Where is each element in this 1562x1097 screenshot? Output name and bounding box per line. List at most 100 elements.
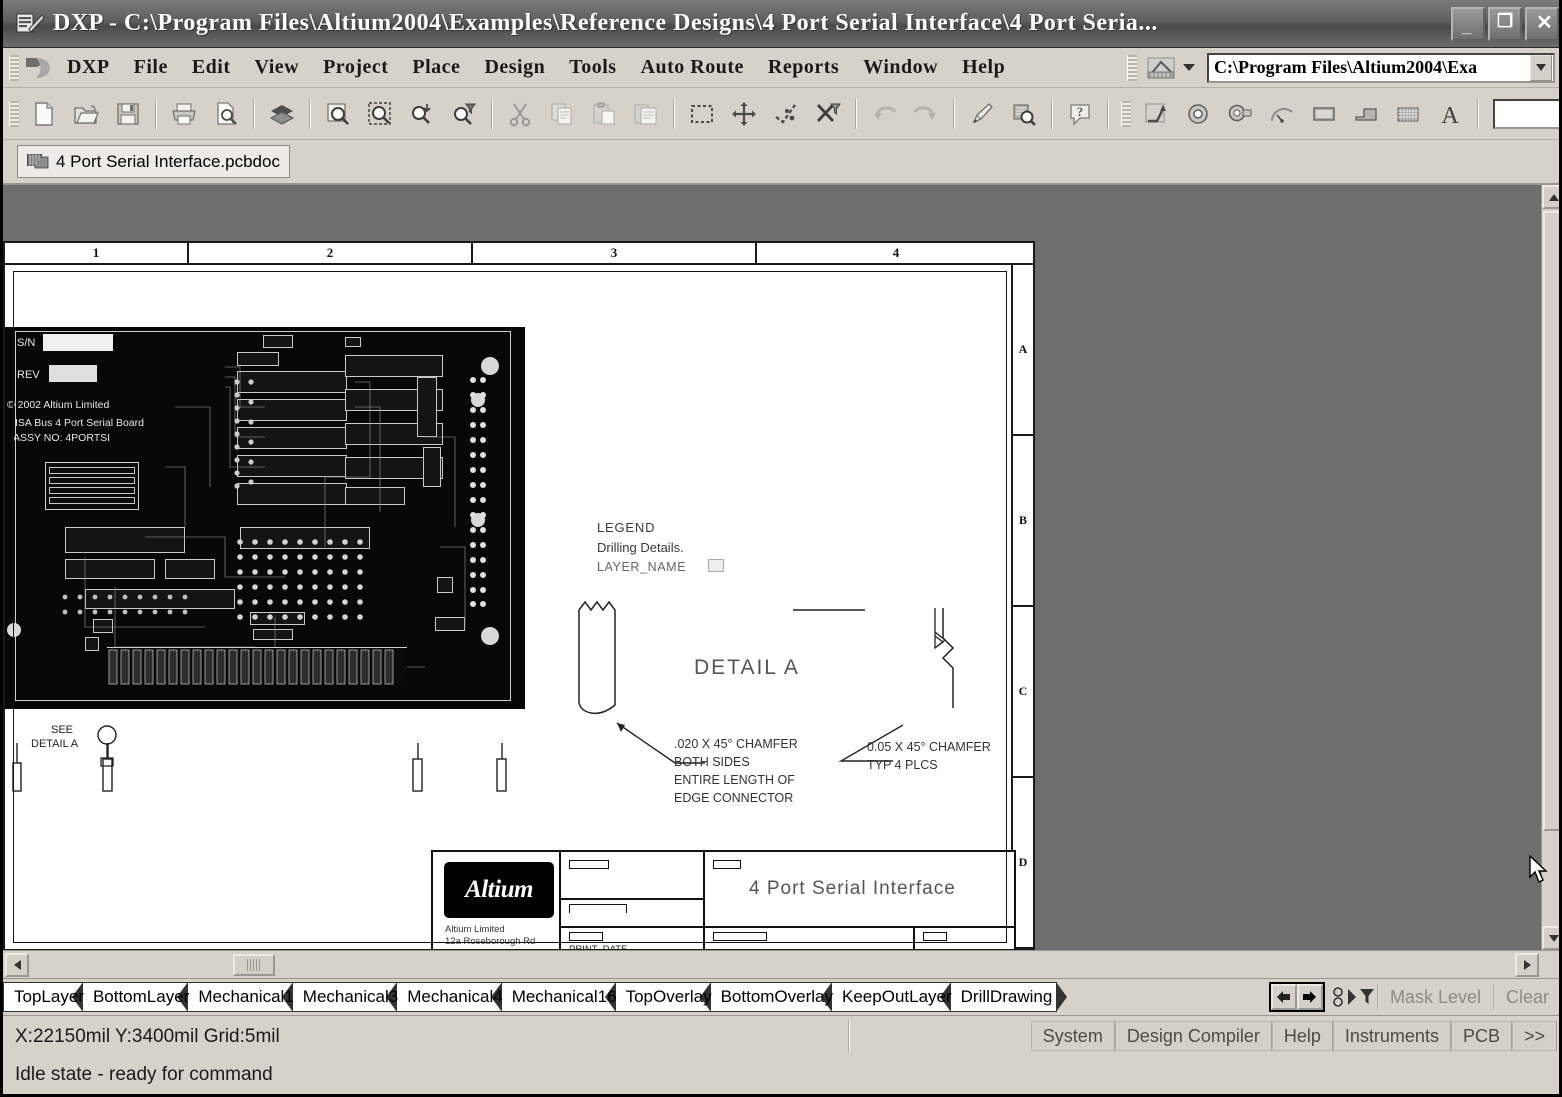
- window-title: DXP - C:\Program Files\Altium2004\Exampl…: [53, 10, 1158, 36]
- layer-tab-drilldrawing[interactable]: DrillDrawing: [939, 982, 1067, 1012]
- zoom-filtered-icon[interactable]: [445, 95, 483, 133]
- zone-marker-1: 1: [5, 243, 189, 263]
- place-track-icon[interactable]: [1137, 95, 1175, 133]
- panel-button-help[interactable]: Help: [1271, 1021, 1333, 1051]
- move-selection-icon[interactable]: [725, 95, 763, 133]
- document-tab-pcbdoc[interactable]: 4 Port Serial Interface.pcbdoc: [17, 145, 290, 178]
- menu-view[interactable]: View: [243, 52, 312, 83]
- scroll-up-button[interactable]: [1542, 185, 1559, 209]
- menu-place-label: Place: [412, 56, 461, 78]
- paste-special-icon[interactable]: [627, 95, 665, 133]
- canvas-horizontal-scrollbar[interactable]: [3, 950, 1559, 978]
- layer-tab-label: DrillDrawing: [960, 987, 1053, 1006]
- mask-level-button[interactable]: Mask Level: [1376, 984, 1493, 1010]
- zoom-selected-icon[interactable]: [403, 95, 441, 133]
- redo-icon[interactable]: [907, 95, 945, 133]
- menu-drag-handle[interactable]: [9, 54, 19, 81]
- panel-button-instruments[interactable]: Instruments: [1332, 1021, 1451, 1051]
- layer-tab-bottomoverlay[interactable]: BottomOverlay: [699, 982, 849, 1012]
- panel-button-more[interactable]: >>: [1511, 1021, 1557, 1051]
- close-button[interactable]: ✕: [1525, 6, 1559, 41]
- new-document-icon[interactable]: [25, 95, 63, 133]
- place-arc-icon[interactable]: [1263, 95, 1301, 133]
- pcb-canvas[interactable]: 1 2 3 4 A B C D S/N REV © 2002 Altium Li…: [3, 185, 1559, 950]
- layer-nav-group: [1268, 982, 1325, 1012]
- place-pad-icon[interactable]: [1221, 95, 1259, 133]
- place-polygon-icon[interactable]: [1347, 95, 1385, 133]
- layer-tab-keepoutlayer[interactable]: KeepOutLayer: [821, 982, 967, 1012]
- panel-button-design-compiler[interactable]: Design Compiler: [1114, 1021, 1272, 1051]
- undo-icon[interactable]: [865, 95, 903, 133]
- paste-icon[interactable]: [585, 95, 623, 133]
- cut-icon[interactable]: [501, 95, 539, 133]
- zoom-area-icon[interactable]: [361, 95, 399, 133]
- clear-filter-icon[interactable]: [809, 95, 847, 133]
- layers-icon[interactable]: [263, 95, 301, 133]
- panel-button-pcb[interactable]: PCB: [1450, 1021, 1512, 1051]
- place-array-icon[interactable]: [1389, 95, 1427, 133]
- pcb-ruler-icon[interactable]: [1141, 54, 1181, 82]
- maximize-button[interactable]: ❐: [1488, 6, 1522, 41]
- toolbar-combo[interactable]: [1493, 98, 1559, 129]
- title-block-logo-cell: Altium Altium Limited 12a Roseborough Rd: [433, 852, 561, 949]
- menu-place[interactable]: Place: [400, 52, 472, 83]
- menu-window[interactable]: Window: [851, 52, 950, 83]
- chevron-down-icon[interactable]: [1183, 64, 1195, 71]
- menu-project-label: Project: [323, 56, 389, 78]
- drawing-title: 4 Port Serial Interface: [749, 878, 956, 899]
- note-left-line-3: ENTIRE LENGTH OF: [674, 773, 795, 787]
- place-toolbar-drag-handle[interactable]: [1121, 100, 1131, 127]
- save-document-icon[interactable]: [109, 95, 147, 133]
- menu-dxp[interactable]: DXP: [55, 52, 122, 83]
- panel-label: System: [1042, 1025, 1103, 1046]
- scroll-right-button[interactable]: [1515, 952, 1539, 977]
- minimize-button[interactable]: _: [1451, 6, 1485, 41]
- canvas-vertical-scrollbar[interactable]: [1541, 185, 1559, 950]
- menu-file[interactable]: File: [122, 52, 180, 83]
- vertical-scroll-thumb[interactable]: [1543, 211, 1559, 831]
- arrow-right-icon[interactable]: [1296, 984, 1323, 1010]
- copy-icon[interactable]: [543, 95, 581, 133]
- toolbar-separator: [953, 98, 955, 129]
- title-block-title-cell: 4 Port Serial Interface: [705, 852, 1014, 949]
- print-preview-icon[interactable]: [207, 95, 245, 133]
- place-string-icon[interactable]: A: [1431, 95, 1469, 133]
- place-via-icon[interactable]: [1179, 95, 1217, 133]
- menu-tools[interactable]: Tools: [557, 52, 628, 83]
- menu-help[interactable]: Help: [950, 52, 1017, 83]
- project-path-dropdown-button[interactable]: [1530, 54, 1552, 81]
- menu-reports[interactable]: Reports: [756, 52, 851, 83]
- toolbar-drag-handle-right[interactable]: [1127, 54, 1137, 81]
- zone-marker-2: 2: [189, 243, 473, 263]
- menu-bar: DXP File Edit View Project Place Design …: [3, 48, 1559, 88]
- toolbar-drag-handle[interactable]: [9, 100, 19, 127]
- open-document-icon[interactable]: [67, 95, 105, 133]
- place-fill-icon[interactable]: [1305, 95, 1343, 133]
- horizontal-scroll-thumb[interactable]: [233, 953, 275, 976]
- scroll-left-button[interactable]: [5, 952, 29, 977]
- scroll-down-button[interactable]: [1542, 926, 1559, 950]
- project-path-combo[interactable]: C:\Program Files\Altium2004\Exa: [1207, 52, 1555, 83]
- panel-label: >>: [1523, 1025, 1545, 1046]
- clear-button[interactable]: Clear: [1492, 984, 1559, 1010]
- legend-subtitle: Drilling Details.: [597, 540, 684, 555]
- arrow-left-icon[interactable]: [1270, 984, 1297, 1010]
- zone-marker-4: 4: [757, 243, 1033, 263]
- menu-tools-label: Tools: [569, 56, 617, 78]
- svg-text:A: A: [1441, 103, 1459, 127]
- menu-project[interactable]: Project: [311, 52, 400, 83]
- browse-components-icon[interactable]: [1005, 95, 1043, 133]
- menu-auto-route[interactable]: Auto Route: [629, 52, 756, 83]
- print-icon[interactable]: [165, 95, 203, 133]
- toolbar-separator: [855, 98, 857, 129]
- deselect-all-icon[interactable]: [767, 95, 805, 133]
- menu-edit[interactable]: Edit: [180, 52, 243, 83]
- panel-button-system[interactable]: System: [1030, 1021, 1115, 1051]
- select-area-icon[interactable]: [683, 95, 721, 133]
- layer-tab-mechanical16[interactable]: Mechanical16: [490, 982, 632, 1012]
- highlight-net-pen-icon[interactable]: [963, 95, 1001, 133]
- help-icon[interactable]: ?: [1061, 95, 1099, 133]
- zoom-document-icon[interactable]: [319, 95, 357, 133]
- menu-design[interactable]: Design: [472, 52, 557, 83]
- mask-filter-icon[interactable]: [1331, 984, 1377, 1010]
